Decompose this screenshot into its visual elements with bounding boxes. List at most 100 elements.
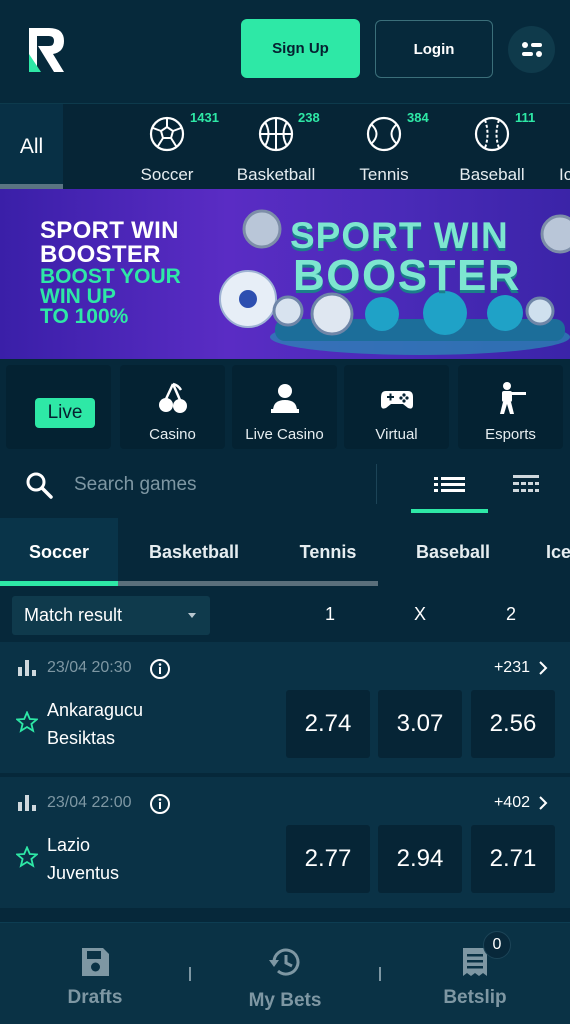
match-card[interactable]: 23/04 22:00 +402 Lazio Juventus 2.77 2.9…	[0, 777, 570, 910]
column-header-2: 2	[505, 604, 516, 624]
dealer-icon	[270, 384, 299, 413]
tennis-count: 384	[407, 110, 429, 125]
away-team: Juventus	[47, 863, 120, 883]
info-icon[interactable]	[149, 658, 171, 680]
baseball-count: 111	[515, 110, 536, 125]
tab-baseball[interactable]: Baseball	[396, 518, 510, 586]
more-markets-count[interactable]: +231	[494, 659, 530, 677]
stats-icon[interactable]	[18, 660, 36, 676]
column-header-1: 1	[324, 604, 335, 624]
history-icon	[269, 948, 300, 976]
column-header-x: X	[413, 604, 426, 624]
esports-label: Esports	[485, 426, 536, 443]
info-icon[interactable]	[149, 793, 171, 815]
bottom-nav-betslip[interactable]: Betslip	[420, 923, 530, 1024]
sport-nav: All 1431 Soccer 238 Basketball 384 Tenni…	[0, 103, 570, 189]
bottom-nav-separator	[189, 967, 191, 981]
category-row: Live Casino Live Casino Virtual Esports	[0, 359, 570, 455]
betslip-label: Betslip	[443, 987, 507, 1008]
tab-basketball[interactable]: Basketball	[128, 518, 260, 586]
sport-nav-item-soccer[interactable]: 1431 Soccer	[122, 104, 219, 190]
virtual-label: Virtual	[375, 426, 418, 443]
odd-1-button[interactable]: 2.77	[286, 825, 370, 893]
caret-down-icon	[188, 613, 196, 618]
stats-icon[interactable]	[18, 795, 36, 811]
search-row	[0, 455, 570, 517]
promo-banner[interactable]: SPORT WIN BOOSTER BOOST YOUR WIN UP TO 1…	[0, 189, 570, 359]
bottom-nav-separator	[379, 967, 381, 981]
sport-nav-all-label: All	[19, 134, 44, 158]
betslip-count-badge: 0	[483, 931, 511, 959]
basketball-count: 238	[298, 110, 320, 125]
category-virtual[interactable]: Virtual	[344, 365, 449, 449]
sport-nav-item-baseball[interactable]: 111 Baseball	[448, 104, 536, 190]
odd-x-button[interactable]: 2.94	[378, 825, 462, 893]
floppy-disk-icon	[82, 948, 109, 976]
gamepad-icon	[380, 391, 413, 409]
menu-button[interactable]	[508, 26, 555, 73]
banner-big-line-2: BOOSTER	[293, 251, 522, 300]
match-time: 23/04 22:00	[47, 794, 132, 811]
soccer-ball-icon	[149, 116, 185, 152]
tennis-label: Tennis	[359, 165, 409, 184]
casino-label: Casino	[149, 426, 196, 443]
baseball-label: Baseball	[459, 165, 525, 184]
bottom-nav-drafts[interactable]: Drafts	[40, 923, 150, 1024]
odd-2-button[interactable]: 2.56	[471, 690, 555, 758]
search-input[interactable]	[74, 471, 364, 499]
market-select-value: Match result	[24, 605, 123, 625]
header: Sign Up Login	[0, 0, 570, 103]
category-live-casino[interactable]: Live Casino	[232, 365, 337, 449]
market-row: Match result 1 X 2	[0, 586, 570, 642]
ice-label: Ic	[559, 165, 570, 184]
tab-soccer[interactable]: Soccer	[0, 518, 118, 586]
list-view-icon	[434, 477, 465, 492]
bottom-nav-my-bets[interactable]: My Bets	[230, 923, 340, 1024]
home-team: Lazio	[47, 835, 91, 855]
away-team: Besiktas	[47, 728, 116, 748]
chevron-right-icon[interactable]	[538, 661, 548, 675]
live-casino-label: Live Casino	[245, 426, 324, 443]
logo-icon[interactable]	[27, 24, 67, 76]
chevron-right-icon[interactable]	[538, 796, 548, 810]
cherries-icon	[158, 382, 187, 413]
baseball-icon	[474, 116, 510, 152]
menu-dots-icon	[521, 41, 542, 57]
soldier-icon	[499, 382, 526, 414]
search-divider	[376, 464, 377, 504]
star-icon[interactable]	[16, 711, 38, 733]
category-casino[interactable]: Casino	[120, 365, 225, 449]
sport-nav-item-ice[interactable]: Ic	[556, 104, 570, 190]
tennis-ball-icon	[366, 116, 402, 152]
category-live[interactable]: Live	[6, 365, 111, 449]
tab-ice[interactable]: Ice	[546, 518, 570, 586]
sport-tabs: Soccer Basketball Tennis Baseball Ice	[0, 518, 570, 586]
basketball-icon	[258, 116, 294, 152]
odd-1-button[interactable]: 2.74	[286, 690, 370, 758]
list-view-indicator	[411, 509, 488, 513]
more-markets-count[interactable]: +402	[494, 794, 530, 812]
list-view-button[interactable]	[411, 469, 488, 513]
star-icon[interactable]	[16, 846, 38, 868]
search-icon[interactable]	[25, 471, 53, 499]
sport-nav-item-tennis[interactable]: 384 Tennis	[340, 104, 428, 190]
login-button[interactable]: Login	[375, 20, 493, 78]
sport-nav-item-basketball[interactable]: 238 Basketball	[230, 104, 322, 190]
sign-up-button[interactable]: Sign Up	[241, 19, 360, 78]
soccer-count: 1431	[190, 110, 219, 125]
sport-nav-all[interactable]: All	[0, 104, 63, 189]
odd-x-button[interactable]: 3.07	[378, 690, 462, 758]
my-bets-label: My Bets	[248, 990, 322, 1011]
category-esports[interactable]: Esports	[458, 365, 563, 449]
basketball-label: Basketball	[236, 165, 316, 184]
market-select[interactable]: Match result	[12, 596, 210, 635]
match-card[interactable]: 23/04 20:30 +231 Ankaragucu Besiktas 2.7…	[0, 642, 570, 775]
compact-view-icon[interactable]	[512, 473, 540, 497]
drafts-label: Drafts	[67, 987, 123, 1008]
match-time: 23/04 20:30	[47, 659, 132, 676]
live-badge: Live	[35, 398, 95, 428]
tab-tennis[interactable]: Tennis	[276, 518, 380, 586]
soccer-label: Soccer	[140, 165, 194, 184]
home-team: Ankaragucu	[47, 700, 144, 720]
odd-2-button[interactable]: 2.71	[471, 825, 555, 893]
